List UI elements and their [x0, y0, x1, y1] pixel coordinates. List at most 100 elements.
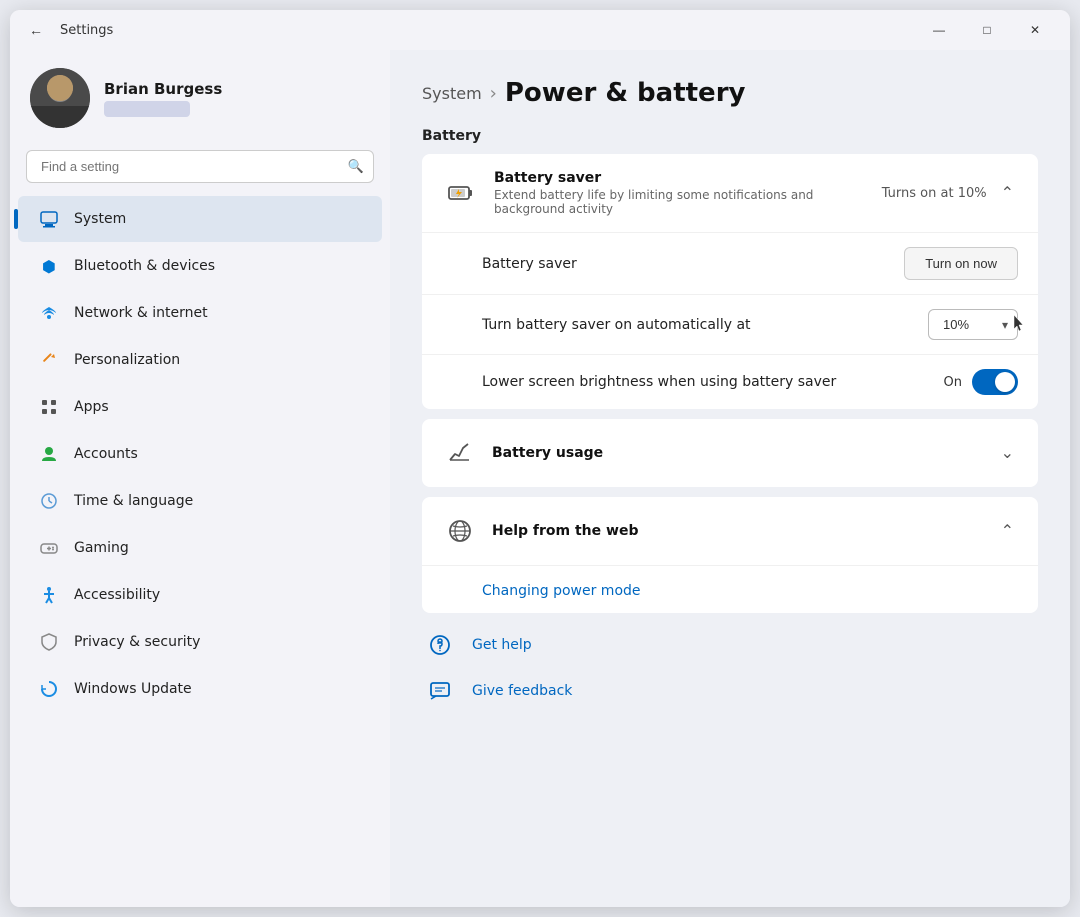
bottom-actions: Get help Give feedback [422, 627, 1038, 709]
brightness-toggle-label: On [944, 375, 962, 390]
user-subtitle: ████████ [104, 101, 190, 117]
brightness-toggle-wrap: On [944, 369, 1018, 395]
breadcrumb: System › Power & battery [422, 78, 1038, 108]
maximize-button[interactable]: □ [964, 14, 1010, 46]
minimize-button[interactable]: — [916, 14, 962, 46]
user-section: Brian Burgess ████████ [10, 50, 390, 146]
breadcrumb-separator: › [490, 83, 497, 104]
battery-saver-inner-row-0: Battery saver Turn on now [422, 233, 1038, 295]
window-controls: — □ ✕ [916, 14, 1058, 46]
turns-on-label: Turns on at 10% [882, 186, 987, 201]
gaming-icon [38, 537, 60, 559]
battery-saver-inner-row-2: Lower screen brightness when using batte… [422, 355, 1038, 409]
system-icon [38, 208, 60, 230]
user-info: Brian Burgess ████████ [104, 80, 370, 117]
breadcrumb-current: Power & battery [505, 78, 746, 108]
brightness-toggle[interactable] [972, 369, 1018, 395]
accounts-icon [38, 443, 60, 465]
battery-threshold-dropdown-wrap: 10% Never 5% 15% 20% 25% 30% ▾ [928, 309, 1018, 340]
help-card: Help from the web ⌃ Changing power mode [422, 497, 1038, 613]
sidebar-item-privacy[interactable]: Privacy & security [18, 619, 382, 665]
sidebar-item-network[interactable]: Network & internet [18, 290, 382, 336]
title-bar: ← Settings — □ ✕ [10, 10, 1070, 50]
sidebar-item-label-bluetooth: Bluetooth & devices [74, 258, 215, 274]
help-expand-button[interactable]: ⌃ [997, 517, 1018, 545]
battery-usage-card: Battery usage ⌄ [422, 419, 1038, 487]
changing-power-mode-link[interactable]: Changing power mode [482, 583, 641, 599]
personalization-icon [38, 349, 60, 371]
get-help-link[interactable]: Get help [472, 637, 532, 653]
help-link-row-0: Changing power mode [422, 565, 1038, 613]
battery-saver-inner-label-0: Battery saver [482, 256, 904, 272]
sidebar-item-accounts[interactable]: Accounts [18, 431, 382, 477]
toggle-knob [995, 372, 1015, 392]
sidebar-item-label-privacy: Privacy & security [74, 634, 200, 650]
close-button[interactable]: ✕ [1012, 14, 1058, 46]
title-bar-left: ← Settings [22, 16, 916, 44]
sidebar-item-apps[interactable]: Apps [18, 384, 382, 430]
give-feedback-icon [422, 673, 458, 709]
battery-usage-icon [442, 435, 478, 471]
battery-saver-card: Battery saver Extend battery life by lim… [422, 154, 1038, 409]
sidebar-item-bluetooth[interactable]: ⬢ Bluetooth & devices [18, 243, 382, 289]
battery-saver-inner-row-1: Turn battery saver on automatically at 1… [422, 295, 1038, 355]
battery-saver-action: Turns on at 10% ⌃ [882, 179, 1018, 207]
give-feedback-row: Give feedback [422, 673, 1038, 709]
search-icon: 🔍 [348, 159, 364, 174]
battery-usage-row[interactable]: Battery usage ⌄ [422, 419, 1038, 487]
content-area: System › Power & battery Battery [390, 50, 1070, 907]
window-title: Settings [60, 23, 113, 38]
sidebar-item-windows-update[interactable]: Windows Update [18, 666, 382, 712]
time-icon [38, 490, 60, 512]
sidebar-item-label-personalization: Personalization [74, 352, 180, 368]
sidebar-item-personalization[interactable]: Personalization [18, 337, 382, 383]
avatar [30, 68, 90, 128]
sidebar-item-system[interactable]: System [18, 196, 382, 242]
battery-usage-expand-button[interactable]: ⌄ [997, 439, 1018, 467]
settings-window: ← Settings — □ ✕ [10, 10, 1070, 907]
battery-saver-text: Battery saver Extend battery life by lim… [494, 170, 866, 216]
sidebar-item-label-time: Time & language [74, 493, 193, 509]
sidebar-item-label-accessibility: Accessibility [74, 587, 160, 603]
sidebar-item-label-gaming: Gaming [74, 540, 129, 556]
get-help-row: Get help [422, 627, 1038, 663]
sidebar: Brian Burgess ████████ 🔍 System [10, 50, 390, 907]
help-text: Help from the web [492, 523, 983, 539]
search-input[interactable] [26, 150, 374, 183]
windows-update-icon [38, 678, 60, 700]
battery-saver-header-row: Battery saver Extend battery life by lim… [422, 154, 1038, 233]
sidebar-item-label-apps: Apps [74, 399, 109, 415]
battery-usage-text: Battery usage [492, 445, 983, 461]
battery-usage-title: Battery usage [492, 445, 983, 461]
sidebar-item-time[interactable]: Time & language [18, 478, 382, 524]
turn-on-now-button[interactable]: Turn on now [904, 247, 1018, 280]
battery-saver-title: Battery saver [494, 170, 866, 186]
sidebar-item-label-accounts: Accounts [74, 446, 138, 462]
breadcrumb-parent: System [422, 84, 482, 103]
help-icon [442, 513, 478, 549]
help-title: Help from the web [492, 523, 983, 539]
battery-saver-desc: Extend battery life by limiting some not… [494, 188, 866, 216]
sidebar-item-gaming[interactable]: Gaming [18, 525, 382, 571]
battery-threshold-dropdown[interactable]: 10% Never 5% 15% 20% 25% 30% [928, 309, 1018, 340]
sidebar-item-label-system: System [74, 211, 126, 227]
battery-saver-inner-label-1: Turn battery saver on automatically at [482, 317, 928, 333]
search-box: 🔍 [26, 150, 374, 183]
help-header-row[interactable]: Help from the web ⌃ [422, 497, 1038, 565]
give-feedback-link[interactable]: Give feedback [472, 683, 572, 699]
main-layout: Brian Burgess ████████ 🔍 System [10, 50, 1070, 907]
battery-saver-icon [442, 175, 478, 211]
battery-section-title: Battery [422, 128, 1038, 144]
sidebar-item-label-network: Network & internet [74, 305, 208, 321]
help-expand: ⌃ [997, 517, 1018, 545]
user-name: Brian Burgess [104, 80, 370, 98]
battery-saver-inner-label-2: Lower screen brightness when using batte… [482, 374, 944, 390]
get-help-icon [422, 627, 458, 663]
sidebar-item-accessibility[interactable]: Accessibility [18, 572, 382, 618]
battery-saver-expand-button[interactable]: ⌃ [997, 179, 1018, 207]
network-icon [38, 302, 60, 324]
back-button[interactable]: ← [22, 16, 50, 44]
accessibility-icon [38, 584, 60, 606]
privacy-icon [38, 631, 60, 653]
battery-usage-expand: ⌄ [997, 439, 1018, 467]
